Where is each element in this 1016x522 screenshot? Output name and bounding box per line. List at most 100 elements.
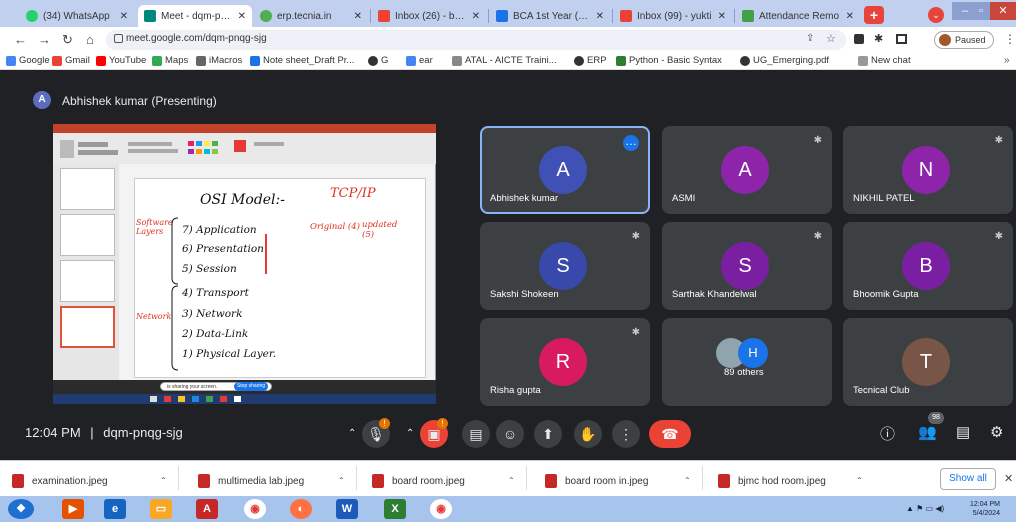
chevron-up-icon[interactable]: ⌃ — [508, 476, 515, 485]
raise-hand-button[interactable]: ✋ — [574, 420, 602, 448]
bookmark-imacros[interactable]: iMacros — [196, 55, 242, 66]
show-all-button[interactable]: Show all — [940, 468, 996, 490]
chrome-active-icon[interactable]: ◉ — [430, 499, 452, 519]
download-item[interactable]: examination.jpeg — [12, 474, 108, 488]
window-close-button[interactable]: ✕ — [990, 2, 1016, 20]
people-icon[interactable]: 👥 — [918, 423, 937, 441]
media-player-icon[interactable]: ▶ — [62, 499, 84, 519]
reload-icon[interactable]: ↻ — [62, 33, 73, 47]
slide-thumbnail[interactable] — [60, 260, 115, 302]
chrome-icon[interactable]: ◉ — [244, 499, 266, 519]
participant-tile[interactable]: R Risha gupta ✱ — [480, 318, 650, 406]
close-icon[interactable]: ✕ — [718, 11, 726, 22]
leave-call-button[interactable]: ☎ — [649, 420, 691, 448]
close-icon[interactable]: ✕ — [472, 11, 480, 22]
bookmark-maps[interactable]: Maps — [152, 55, 188, 66]
bookmark-atal[interactable]: ATAL - AICTE Traini... — [452, 55, 557, 66]
sidepanel-icon[interactable] — [896, 34, 907, 44]
more-options-button[interactable]: ⋮ — [612, 420, 640, 448]
firefox-icon[interactable]: ◐ — [290, 499, 312, 519]
captions-button[interactable]: ▤ — [462, 420, 490, 448]
participant-tile[interactable]: A ASMI ✱ — [662, 126, 832, 214]
close-icon[interactable]: ✕ — [846, 11, 854, 22]
url-text[interactable]: meet.google.com/dqm-pnqg-sjg — [126, 33, 267, 44]
bookmark-ug-emerging[interactable]: UG_Emerging.pdf — [740, 55, 829, 66]
github-icon — [574, 55, 584, 66]
close-icon[interactable]: ✕ — [354, 11, 362, 22]
home-icon[interactable]: ⌂ — [86, 33, 94, 47]
extension-icon[interactable] — [854, 34, 864, 44]
tab-erp[interactable]: erp.tecnia.in ✕ — [254, 5, 368, 27]
lock-icon[interactable] — [114, 34, 123, 43]
bookmark-youtube[interactable]: YouTube — [96, 55, 146, 66]
tray-icons[interactable]: ▲ ⚑ ▭ ◀) — [906, 504, 944, 513]
more-bookmarks-icon[interactable]: » — [1004, 55, 1010, 66]
bookmark-note-sheet[interactable]: Note sheet_Draft Pr... — [250, 55, 354, 66]
present-button[interactable]: ⬆ — [534, 420, 562, 448]
tab-bca[interactable]: BCA 1st Year (Mor ✕ — [490, 5, 610, 27]
info-icon[interactable]: ⓘ — [880, 423, 895, 444]
participant-tile[interactable]: B Bhoomik Gupta ✱ — [843, 222, 1013, 310]
chat-icon[interactable]: ▤ — [956, 423, 970, 441]
tab-meet[interactable]: Meet - dqm-pnqg-sjg ✕ — [138, 5, 252, 27]
participant-tile[interactable]: S Sarthak Khandelwal ✱ — [662, 222, 832, 310]
tab-whatsapp[interactable]: (34) WhatsApp ✕ — [20, 5, 134, 27]
bookmark-star-icon[interactable]: ☆ — [826, 32, 836, 45]
avatar: N — [902, 146, 950, 194]
bookmark-new-chat[interactable]: New chat — [858, 55, 911, 66]
profile-chip[interactable]: Paused — [934, 31, 994, 49]
participant-tile[interactable]: N NIKHIL PATEL ✱ — [843, 126, 1013, 214]
word-icon[interactable]: W — [336, 499, 358, 519]
bookmark-python[interactable]: Python - Basic Syntax — [616, 55, 722, 66]
participant-tile[interactable]: S Sakshi Shokeen ✱ — [480, 222, 650, 310]
forward-icon[interactable]: → — [38, 33, 51, 47]
tab-search-icon[interactable]: ⌄ — [928, 7, 944, 23]
chevron-up-icon[interactable]: ⌃ — [160, 476, 167, 485]
bookmark-gmail[interactable]: Gmail — [52, 55, 90, 66]
close-icon[interactable]: ✕ — [1004, 472, 1013, 485]
bookmark-ear[interactable]: ear — [406, 55, 433, 66]
acrobat-icon[interactable]: A — [196, 499, 218, 519]
activities-icon[interactable]: ⚙ — [990, 423, 1003, 441]
classroom-icon — [742, 10, 754, 22]
chevron-up-icon[interactable]: ⌃ — [684, 476, 691, 485]
system-clock[interactable]: 12:04 PM 5/4/2024 — [970, 500, 1000, 518]
share-icon[interactable]: ⇪ — [806, 33, 814, 44]
slide-thumbnail[interactable] — [60, 214, 115, 256]
participant-name: Risha gupta — [490, 385, 541, 396]
bookmark-erp[interactable]: ERP — [574, 55, 607, 66]
chevron-up-icon[interactable]: ⌃ — [338, 476, 345, 485]
back-icon[interactable]: ← — [14, 33, 27, 47]
menu-icon[interactable]: ⋮ — [1004, 32, 1016, 46]
start-button[interactable]: ❖ — [8, 499, 34, 519]
chevron-up-icon[interactable]: ⌃ — [856, 476, 863, 485]
download-item[interactable]: board room.jpeg — [372, 474, 465, 488]
stop-sharing-button[interactable]: Stop sharing — [234, 382, 268, 391]
tab-inbox-yukti[interactable]: Inbox (99) - yukti ✕ — [614, 5, 732, 27]
excel-icon[interactable]: X — [384, 499, 406, 519]
ie-icon[interactable]: e — [104, 499, 126, 519]
bookmark-g[interactable]: G — [368, 55, 388, 66]
more-options-icon[interactable]: … — [623, 135, 639, 151]
close-icon[interactable]: ✕ — [238, 11, 246, 22]
reactions-button[interactable]: ☺ — [496, 420, 524, 448]
folder-icon[interactable]: ▭ — [150, 499, 172, 519]
puzzle-icon[interactable]: ✱ — [874, 32, 883, 45]
slide-thumbnail[interactable] — [60, 168, 115, 210]
tab-inbox-basel[interactable]: Inbox (26) - basel ✕ — [372, 5, 486, 27]
close-icon[interactable]: ✕ — [120, 11, 128, 22]
new-tab-button[interactable]: + — [864, 6, 884, 24]
participant-tile[interactable]: T Tecnical Club — [843, 318, 1013, 406]
sheets-icon — [496, 10, 508, 22]
chevron-up-icon[interactable]: ⌃ — [348, 428, 356, 439]
download-item[interactable]: board room in.jpeg — [545, 474, 648, 488]
tab-attendance[interactable]: Attendance Remo ✕ — [736, 5, 860, 27]
download-item[interactable]: multimedia lab.jpeg — [198, 474, 304, 488]
slide-thumbnail-active[interactable] — [60, 306, 115, 348]
chevron-up-icon[interactable]: ⌃ — [406, 428, 414, 439]
others-tile[interactable]: H 89 others — [662, 318, 832, 406]
meet-icon — [144, 10, 156, 22]
bookmark-google[interactable]: Google — [6, 55, 50, 66]
download-item[interactable]: bjmc hod room.jpeg — [718, 474, 826, 488]
close-icon[interactable]: ✕ — [596, 11, 604, 22]
